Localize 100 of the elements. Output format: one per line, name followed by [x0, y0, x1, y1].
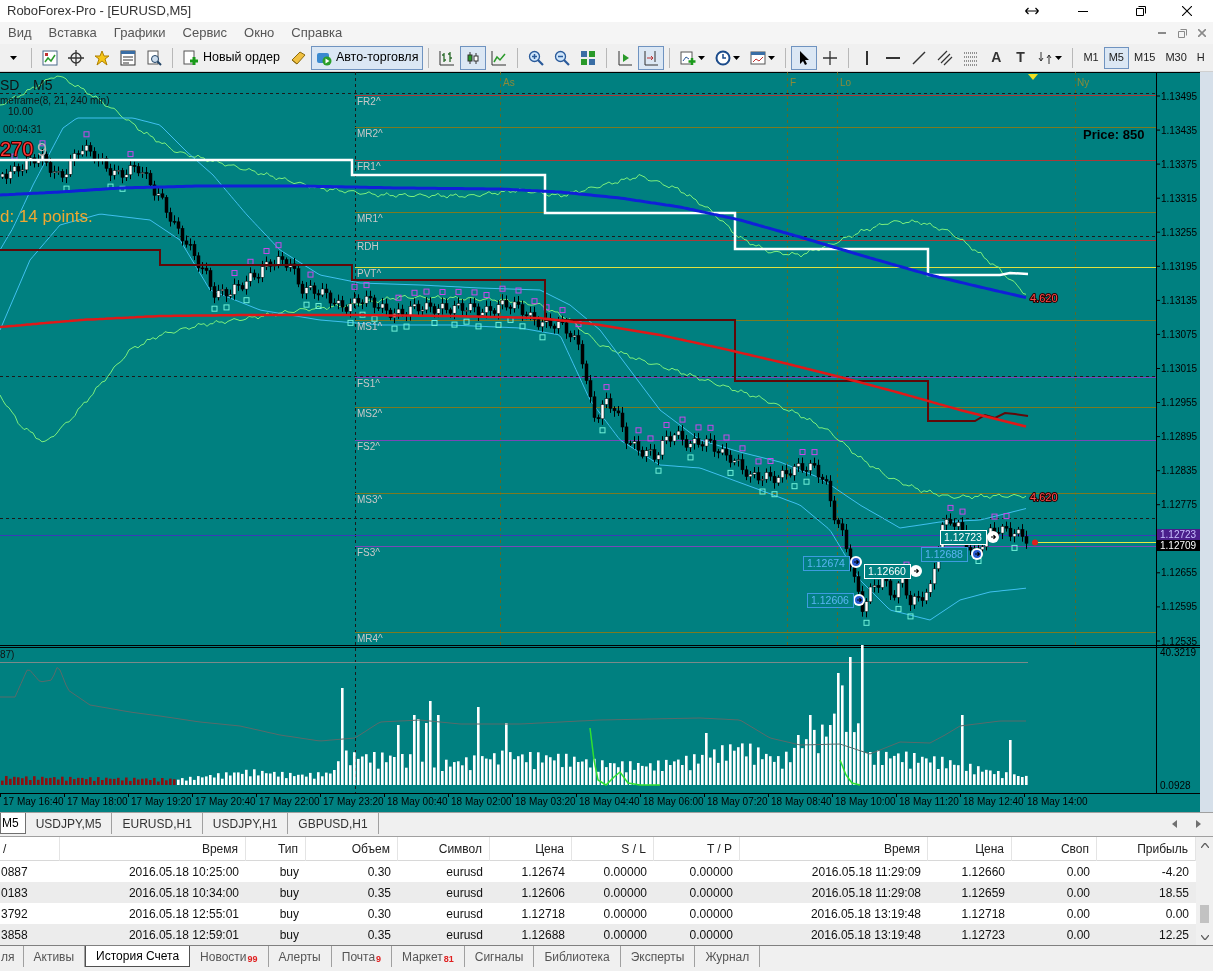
table-cell-text: 2016.05.18 11:29:08 [810, 884, 922, 902]
autoscroll-button[interactable] [638, 45, 665, 70]
bid-price-tag: 1.12723 [1157, 529, 1200, 540]
book-icon [289, 49, 306, 66]
table-cell-text: buy [278, 884, 300, 902]
caret-icon [9, 55, 17, 60]
table-cell-text: 0.00000 [602, 926, 648, 944]
scroll-right-icon [1195, 820, 1201, 828]
scroll-down-icon [1200, 934, 1209, 940]
template-icon [750, 49, 767, 66]
target-icon [68, 49, 84, 66]
menu-item[interactable]: Окно [244, 23, 275, 43]
price-dot-icon [1032, 539, 1038, 546]
chart-tab[interactable]: USDJPY,M5 [25, 813, 113, 834]
chart-tab[interactable]: USDJPY,H1 [202, 813, 289, 834]
table-cell-text: 0.00 [1065, 926, 1091, 944]
time-axis-label: 18 May 12:40 [963, 796, 1024, 807]
trade-price-label: 1.12674 [803, 556, 850, 571]
table-cell-text: buy [278, 926, 300, 944]
price-axis-label: 1.12835 [1161, 465, 1198, 477]
horizontal-line-icon [886, 56, 901, 59]
add-indicator-icon [680, 49, 697, 66]
pivot-label: FR1^ [357, 161, 381, 172]
crosshair-icon [822, 49, 839, 66]
scale-label: 40.3219 [1160, 647, 1197, 658]
trade-price-label: 1.12688 [921, 547, 968, 562]
pivot-label: FS1^ [357, 378, 381, 389]
session-label: As [503, 77, 515, 88]
trade-marker-icon [971, 548, 983, 560]
cursor-button[interactable] [791, 45, 818, 70]
table-cell-text: 0.00000 [602, 884, 648, 902]
price-axis-label: 1.13075 [1161, 328, 1198, 340]
table-cell-text: 0.30 [366, 863, 392, 881]
timeframe-button[interactable]: M30 [1160, 46, 1192, 69]
price-axis-label: 1.13495 [1161, 90, 1198, 102]
price-axis-label: 1.13315 [1161, 192, 1198, 204]
chart-shift-icon [617, 49, 634, 66]
menu-item[interactable]: Вставка [48, 23, 97, 43]
time-axis-label: 18 May 10:00 [835, 796, 896, 807]
scale-label: 0.0928 [1160, 780, 1191, 791]
info-text: 00:04:31 [3, 124, 42, 135]
count-label: 81 [443, 952, 454, 966]
menu-item[interactable]: Графики [113, 23, 166, 43]
ask-price-tag: 1.12709 [1157, 540, 1200, 551]
channel-icon [937, 49, 954, 66]
chart-window-icon [42, 49, 58, 66]
table-cell-text: buy [278, 863, 300, 881]
text-tool-button[interactable]: A [984, 45, 1009, 70]
indicator-caption: 87) [0, 649, 15, 660]
table-cell-text: 0.00000 [688, 884, 734, 902]
timeframe-button[interactable]: H [1191, 46, 1210, 69]
chart-tab[interactable]: GBPUSD,H1 [288, 813, 379, 834]
session-label: Ny [1077, 77, 1090, 88]
time-axis-label: 17 May 19:20 [131, 796, 192, 807]
trade-price-label: 1.12723 [940, 530, 987, 545]
session-label: Lo [840, 77, 852, 88]
star-icon [94, 49, 110, 66]
price-axis-label: 1.12895 [1161, 431, 1198, 443]
caret-icon [733, 55, 741, 60]
table-cell-text: 12.25 [1157, 926, 1190, 944]
auto-trading-button[interactable]: Авто-торговля [310, 45, 424, 70]
label-tool-button[interactable]: T [1008, 45, 1033, 70]
table-cell-text: eurusd [445, 926, 484, 944]
table-cell-text: 2016.05.18 13:19:48 [809, 905, 922, 923]
new-order-button[interactable]: Новый ордер [178, 45, 285, 70]
table-cell-text: 0.35 [366, 884, 392, 902]
chart-tab[interactable]: EURUSD,H1 [112, 813, 203, 834]
search-document-icon [146, 49, 162, 66]
menu-item[interactable]: Вид [8, 23, 32, 43]
scroll-thumb[interactable] [1200, 905, 1209, 923]
menu-item[interactable]: Сервис [182, 23, 228, 43]
menu-item[interactable]: Справка [291, 23, 343, 43]
price-axis-label: 1.13255 [1161, 226, 1198, 238]
caret-icon [1055, 55, 1063, 60]
scroll-bar[interactable] [1196, 837, 1213, 945]
table-cell-text: eurusd [445, 884, 484, 902]
arrows-icon [1037, 49, 1054, 66]
timeframe-button[interactable]: M1 [1078, 46, 1104, 69]
trade-price-label: 1.12606 [807, 593, 854, 608]
session-label: F [790, 77, 797, 88]
chart-tab[interactable]: M5 [0, 813, 26, 834]
timeframe-button[interactable]: M5 [1103, 46, 1129, 69]
pivot-label: RDH [357, 241, 379, 252]
candlestick-button[interactable] [460, 45, 487, 70]
zoom-out-icon [554, 49, 571, 66]
table-cell-text: buy [278, 905, 300, 923]
pivot-label: MS1^ [357, 321, 383, 332]
autoscroll-icon [643, 49, 660, 66]
table-cell-text: 18.55 [1157, 884, 1190, 902]
table-cell-text: 1.12606 [520, 884, 566, 902]
pivot-label: MS3^ [357, 494, 383, 505]
table-cell-text: 2016.05.18 12:59:01 [127, 926, 240, 944]
time-axis-label: 17 May 20:40 [195, 796, 256, 807]
trade-price-label: 1.12660 [864, 564, 911, 579]
timeframe-button[interactable]: M15 [1129, 46, 1161, 69]
table-cell-text: 0.00000 [602, 863, 648, 881]
table-cell-text: 2016.05.18 13:19:48 [809, 926, 922, 944]
price-axis-label: 1.12535 [1161, 635, 1198, 647]
terminal-tab[interactable]: История Счета [85, 946, 191, 967]
window-icon [120, 49, 136, 66]
